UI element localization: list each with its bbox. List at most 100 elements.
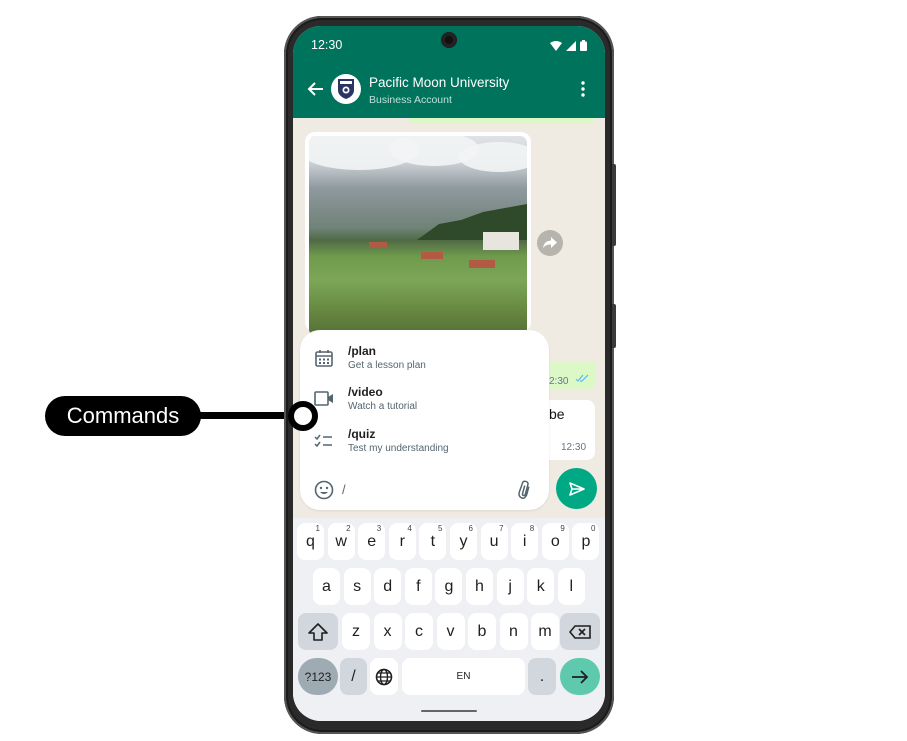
- more-options-icon[interactable]: [581, 81, 585, 97]
- key-label: c: [415, 622, 423, 640]
- letter-key[interactable]: y6: [450, 523, 477, 560]
- emoji-icon[interactable]: [314, 480, 334, 500]
- key-label: y: [459, 532, 468, 550]
- key-label: q: [306, 532, 315, 550]
- key-number-hint: 1: [315, 524, 320, 533]
- command-item-quiz[interactable]: /quiz Test my understanding: [314, 427, 534, 463]
- period-key[interactable]: .: [528, 658, 556, 695]
- key-number-hint: 9: [560, 524, 565, 533]
- command-item-video[interactable]: /video Watch a tutorial: [314, 385, 534, 421]
- letter-key[interactable]: x: [373, 613, 402, 650]
- back-arrow-icon[interactable]: [307, 80, 325, 98]
- backspace-icon: [569, 624, 591, 639]
- letter-key[interactable]: w2: [327, 523, 355, 560]
- letter-key[interactable]: e3: [358, 523, 386, 560]
- letter-key[interactable]: b: [468, 613, 496, 650]
- callout-label: Commands: [66, 403, 180, 428]
- phone-screen: 12:30 Pacific Moon University Business A…: [293, 26, 605, 721]
- letter-key[interactable]: m: [531, 613, 559, 650]
- letter-key[interactable]: z: [342, 613, 370, 650]
- letter-key[interactable]: g: [435, 568, 463, 605]
- university-shield-icon: [338, 79, 354, 99]
- key-label: v: [446, 622, 455, 640]
- key-label: n: [509, 622, 518, 640]
- symbols-key[interactable]: ?123: [298, 658, 338, 695]
- letter-key[interactable]: h: [466, 568, 493, 605]
- image-message[interactable]: [305, 132, 531, 336]
- letter-key[interactable]: u7: [480, 523, 508, 560]
- letter-key[interactable]: d: [374, 568, 402, 605]
- key-label: t: [430, 532, 436, 550]
- command-item-plan[interactable]: /plan Get a lesson plan: [314, 344, 534, 380]
- status-bar: 12:30: [311, 38, 587, 54]
- letter-key[interactable]: q1: [297, 523, 324, 560]
- on-screen-keyboard: ?123 / EN . q1w2e3r4t5y6u7i8o9p0asdfghjk…: [293, 518, 605, 721]
- letter-key[interactable]: p0: [572, 523, 600, 560]
- key-number-hint: 0: [590, 524, 596, 533]
- key-number-hint: 3: [376, 524, 382, 533]
- outgoing-message-time: 2:30: [549, 376, 569, 387]
- key-label: z: [352, 622, 360, 640]
- signal-icon: [566, 40, 576, 51]
- command-description: Watch a tutorial: [348, 401, 418, 412]
- language-key[interactable]: [370, 658, 398, 695]
- key-label: l: [569, 577, 574, 595]
- chat-header: Pacific Moon University Business Account: [293, 72, 605, 108]
- letter-key[interactable]: r4: [388, 523, 416, 560]
- key-label: a: [322, 577, 331, 595]
- slash-key[interactable]: /: [340, 658, 367, 695]
- contact-name[interactable]: Pacific Moon University: [369, 75, 509, 90]
- shift-icon: [308, 622, 328, 641]
- callout-pointer: [288, 401, 318, 431]
- command-description: Test my understanding: [348, 443, 449, 454]
- forward-button[interactable]: [537, 230, 563, 256]
- attach-icon[interactable]: [515, 480, 535, 500]
- key-label: k: [536, 577, 545, 595]
- key-label: j: [508, 577, 512, 595]
- letter-key[interactable]: f: [404, 568, 432, 605]
- letter-key[interactable]: o9: [541, 523, 569, 560]
- avatar[interactable]: [331, 74, 361, 104]
- letter-key[interactable]: v: [436, 613, 465, 650]
- key-label: f: [416, 577, 421, 595]
- key-label: w: [335, 532, 347, 550]
- enter-key[interactable]: [560, 658, 600, 695]
- key-label: b: [477, 622, 487, 640]
- send-button[interactable]: [556, 468, 597, 509]
- callout-connector: [196, 412, 296, 419]
- shift-key[interactable]: [298, 613, 338, 650]
- letter-key[interactable]: t5: [419, 523, 447, 560]
- key-label: o: [550, 532, 560, 550]
- send-icon: [568, 481, 585, 496]
- message-input[interactable]: /: [342, 482, 346, 497]
- letter-key[interactable]: k: [527, 568, 555, 605]
- command-description: Get a lesson plan: [348, 360, 426, 371]
- letter-key[interactable]: a: [313, 568, 340, 605]
- contact-subtitle: Business Account: [369, 94, 452, 106]
- key-label: p: [581, 532, 591, 550]
- wifi-icon: [550, 40, 562, 51]
- power-button: [612, 304, 616, 348]
- landscape-photo[interactable]: [309, 136, 527, 336]
- read-receipt-icon: [575, 374, 589, 382]
- letter-key[interactable]: c: [405, 613, 433, 650]
- letter-key[interactable]: i8: [511, 523, 539, 560]
- letter-key[interactable]: l: [557, 568, 585, 605]
- key-label: g: [444, 577, 454, 595]
- letter-key[interactable]: j: [496, 568, 524, 605]
- letter-key[interactable]: n: [499, 613, 528, 650]
- incoming-message-time: 12:30: [561, 442, 587, 453]
- command-name: /quiz: [348, 427, 376, 441]
- key-number-hint: 2: [346, 524, 351, 533]
- key-number-hint: 8: [529, 524, 535, 533]
- letter-key[interactable]: s: [343, 568, 371, 605]
- key-number-hint: 4: [407, 524, 412, 533]
- key-label: h: [475, 577, 484, 595]
- incoming-message-text: be: [549, 406, 565, 422]
- status-time: 12:30: [311, 38, 343, 52]
- key-label: x: [383, 622, 392, 640]
- backspace-key[interactable]: [560, 613, 600, 650]
- video-icon: [314, 391, 333, 406]
- key-label: d: [383, 577, 393, 595]
- space-key[interactable]: EN: [402, 658, 525, 695]
